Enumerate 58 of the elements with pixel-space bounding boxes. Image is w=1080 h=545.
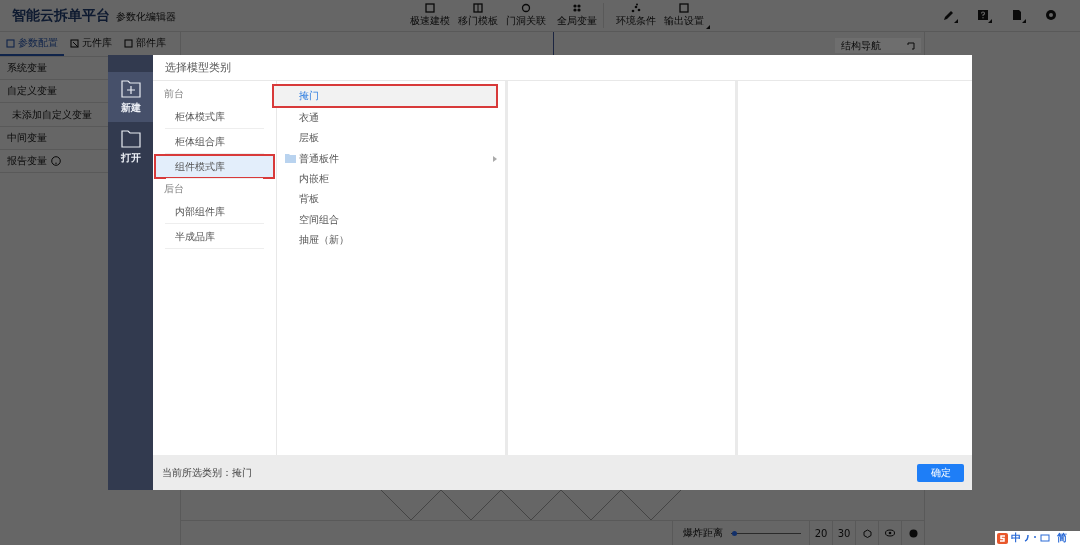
toolbar-button[interactable]: 全局变量 xyxy=(550,3,604,28)
panel-tab[interactable]: 参数配置 xyxy=(0,32,64,56)
toolbar-button[interactable]: 环境条件 xyxy=(612,3,660,28)
category-item[interactable]: 掩门 xyxy=(272,84,498,108)
toolbar-button[interactable]: 移门模板 xyxy=(454,3,502,28)
category-item[interactable]: 内嵌柜 xyxy=(277,168,505,190)
variable-group[interactable]: 中间变量 xyxy=(7,131,47,145)
pencil-button[interactable] xyxy=(943,9,956,22)
category-item[interactable]: 抽屉（新） xyxy=(277,229,505,251)
new-button[interactable]: 新建 xyxy=(108,72,153,122)
section-heading: 后台 xyxy=(163,182,185,196)
panel-title: 结构导航 xyxy=(841,38,881,53)
copy-icon xyxy=(70,38,79,48)
panel-icon xyxy=(473,3,483,13)
nodes-icon xyxy=(631,3,641,13)
library-item[interactable]: 组件模式库 xyxy=(154,154,275,179)
category-item[interactable]: 层板 xyxy=(277,128,505,149)
variable-group[interactable]: 自定义变量 xyxy=(7,84,57,98)
variable-group[interactable]: 报告变量 xyxy=(7,154,47,168)
ime-mode-label[interactable]: 中 xyxy=(1011,531,1021,545)
expand-arrow-icon xyxy=(493,155,497,162)
confirm-button[interactable]: 确定 xyxy=(917,463,964,482)
selected-category-status: 当前所选类别：掩门 xyxy=(162,465,252,480)
grid-icon xyxy=(571,3,582,13)
library-item[interactable]: 柜体组合库 xyxy=(153,129,276,154)
panel-tab[interactable]: 部件库 xyxy=(118,32,172,56)
dot-icon xyxy=(908,528,918,538)
explode-distance-label: 爆炸距离 xyxy=(672,521,731,545)
ime-script-label[interactable]: 简 xyxy=(1057,531,1067,545)
new-folder-icon xyxy=(120,79,141,98)
help-button[interactable] xyxy=(977,9,990,22)
category-item[interactable]: 衣通 xyxy=(277,108,505,129)
panel-tab[interactable]: 元件库 xyxy=(64,32,118,56)
collapse-icon[interactable] xyxy=(907,41,915,50)
file-button[interactable] xyxy=(1011,9,1024,22)
eye-icon xyxy=(885,529,895,537)
app-title: 智能云拆单平台 xyxy=(12,6,110,25)
distance-preset-button[interactable]: 20 xyxy=(809,521,832,545)
ime-toolbar[interactable]: 中 简 xyxy=(995,531,1080,545)
library-item[interactable]: 半成品库 xyxy=(153,224,276,249)
category-item[interactable]: 空间组合 xyxy=(277,209,505,230)
dialog-title: 选择模型类别 xyxy=(153,55,972,81)
empty-note: 未添加自定义变量 xyxy=(12,107,92,122)
app-subtitle: 参数化编辑器 xyxy=(116,10,176,24)
ruler-marker xyxy=(553,32,554,56)
settings-button[interactable] xyxy=(1045,9,1058,22)
help-icon xyxy=(51,156,61,166)
ime-logo-icon xyxy=(997,532,1008,544)
category-item[interactable]: 背板 xyxy=(277,189,505,210)
category-item[interactable]: 普通板件 xyxy=(277,148,505,169)
open-button[interactable]: 打开 xyxy=(108,122,153,172)
toolbar-button[interactable]: 输出设置 xyxy=(660,3,708,28)
variable-group[interactable]: 系统变量 xyxy=(7,61,47,75)
toolbar-button[interactable]: 极速建模 xyxy=(406,3,454,28)
section-heading: 前台 xyxy=(163,87,185,101)
library-item[interactable]: 内部组件库 xyxy=(153,199,276,224)
distance-preset-button[interactable]: 30 xyxy=(832,521,855,545)
toolbar-button[interactable]: 门洞关联 xyxy=(502,3,550,28)
